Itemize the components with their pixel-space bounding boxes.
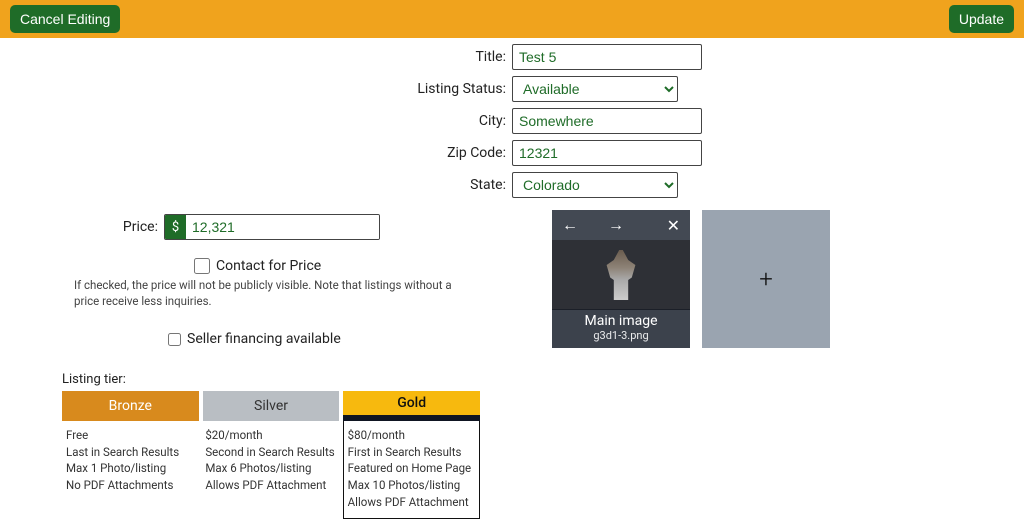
image-thumbnail xyxy=(552,240,690,310)
contact-for-price-helper: If checked, the price will not be public… xyxy=(74,278,454,309)
plus-icon: + xyxy=(759,265,773,293)
image-caption: Main image g3d1-3.png xyxy=(552,309,690,348)
tier-tabs: Bronze Silver Gold xyxy=(62,391,480,421)
zip-code-label: Zip Code: xyxy=(0,145,512,161)
price-label: Price: xyxy=(60,219,158,235)
dollar-icon: $ xyxy=(165,215,186,239)
seller-financing-label: Seller financing available xyxy=(187,331,341,347)
main-image-tile[interactable]: ← → ✕ Main image g3d1-3.png xyxy=(552,210,690,348)
cancel-editing-button[interactable]: Cancel Editing xyxy=(10,5,120,33)
title-label: Title: xyxy=(0,49,512,65)
close-icon[interactable]: ✕ xyxy=(667,216,680,235)
tier-tab-silver[interactable]: Silver xyxy=(203,391,340,421)
arrow-right-icon[interactable]: → xyxy=(608,215,624,235)
tier-gold-desc: $80/month First in Search Results Featur… xyxy=(343,421,480,519)
main-image-label: Main image xyxy=(552,313,690,329)
city-label: City: xyxy=(0,113,512,129)
title-input[interactable] xyxy=(512,44,702,70)
tier-tab-gold[interactable]: Gold xyxy=(343,391,480,415)
arrow-left-icon[interactable]: ← xyxy=(562,215,578,235)
topbar: Cancel Editing Update xyxy=(0,0,1024,38)
listing-tier-label: Listing tier: xyxy=(62,372,480,387)
tier-bronze-desc: Free Last in Search Results Max 1 Photo/… xyxy=(62,421,197,519)
listing-status-label: Listing Status: xyxy=(0,81,512,97)
tier-tab-bronze[interactable]: Bronze xyxy=(62,391,199,421)
price-input-group: $ xyxy=(164,214,380,240)
state-select[interactable]: Colorado xyxy=(512,172,678,198)
listing-status-select[interactable]: Available xyxy=(512,76,678,102)
contact-for-price-checkbox[interactable] xyxy=(194,258,210,274)
image-filename: g3d1-3.png xyxy=(552,329,690,342)
contact-for-price-label: Contact for Price xyxy=(216,258,321,274)
zip-code-input[interactable] xyxy=(512,140,702,166)
price-input[interactable] xyxy=(186,215,379,239)
thumbnail-graphic xyxy=(603,250,639,300)
tier-silver-desc: $20/month Second in Search Results Max 6… xyxy=(201,421,338,519)
add-image-button[interactable]: + xyxy=(702,210,830,348)
state-label: State: xyxy=(0,177,512,193)
seller-financing-checkbox[interactable] xyxy=(168,333,181,346)
image-toolbar: ← → ✕ xyxy=(552,210,690,240)
city-input[interactable] xyxy=(512,108,702,134)
update-button[interactable]: Update xyxy=(949,5,1014,33)
